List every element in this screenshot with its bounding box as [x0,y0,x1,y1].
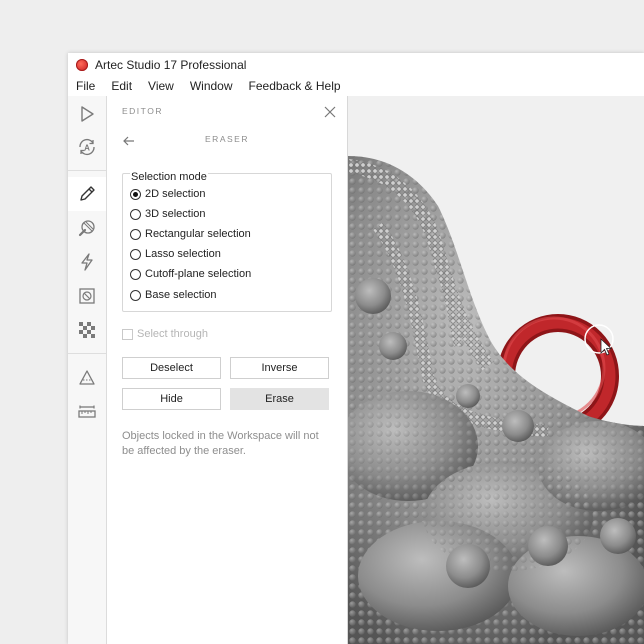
menu-view[interactable]: View [140,79,182,93]
radio-label: Lasso selection [145,248,221,260]
eraser-panel: EDITOR ERASER Selection mode 2D selectio… [107,96,348,644]
ruler-icon[interactable] [76,401,98,423]
eraser-note: Objects locked in the Workspace will not… [122,430,319,457]
menu-feedback-help[interactable]: Feedback & Help [241,79,349,93]
measure-triangle-icon[interactable] [76,367,98,389]
erase-button[interactable]: Erase [230,388,329,410]
checkbox-box[interactable] [122,328,133,340]
scan-mesh [348,156,644,644]
app-window: Artec Studio 17 Professional File Edit V… [68,53,644,644]
radio-button[interactable] [130,208,141,220]
texture-icon[interactable] [76,285,98,307]
left-toolbar: A [68,96,107,644]
radio-base-selection[interactable]: Base selection [130,289,217,301]
hide-button[interactable]: Hide [122,388,221,410]
toolbar-divider [68,170,106,171]
radio-button[interactable] [130,248,141,260]
radio-label: Base selection [145,289,217,301]
lightning-icon[interactable] [76,251,98,273]
toolbar-divider [68,353,106,354]
radio-label: 3D selection [145,208,206,220]
back-arrow-icon[interactable] [122,134,136,146]
play-icon[interactable] [76,103,98,125]
title-bar: Artec Studio 17 Professional [68,53,644,76]
radio-button[interactable] [130,228,141,240]
radio-cutoff-plane-selection[interactable]: Cutoff-plane selection [130,268,251,280]
panel-header: EDITOR [122,106,163,116]
select-through-checkbox[interactable]: Select through [122,328,208,340]
inverse-button[interactable]: Inverse [230,357,329,379]
deselect-button[interactable]: Deselect [122,357,221,379]
radio-label: 2D selection [145,188,206,200]
radio-button[interactable] [130,289,141,301]
window-title: Artec Studio 17 Professional [95,57,247,72]
menu-file[interactable]: File [68,79,103,93]
checker-icon[interactable] [76,319,98,341]
3d-viewport[interactable] [348,96,644,644]
radio-button[interactable] [130,268,141,280]
svg-text:A: A [84,144,90,153]
radio-label: Rectangular selection [145,228,251,240]
radio-label: Cutoff-plane selection [145,268,252,280]
menu-window[interactable]: Window [182,79,241,93]
selection-mode-group: Selection mode 2D selection 3D selection… [122,171,332,312]
autopilot-icon[interactable]: A [76,136,98,158]
selection-mode-label: Selection mode [130,171,208,183]
menu-bar: File Edit View Window Feedback & Help [68,76,644,96]
panel-subtitle: ERASER [205,134,249,144]
artec-logo-icon [76,58,88,71]
close-icon[interactable] [323,105,337,119]
radio-rectangular-selection[interactable]: Rectangular selection [130,228,251,240]
menu-edit[interactable]: Edit [103,79,140,93]
pencil-icon[interactable] [68,177,106,211]
tools-icon[interactable] [76,217,98,239]
radio-lasso-selection[interactable]: Lasso selection [130,248,221,260]
radio-3d-selection[interactable]: 3D selection [130,208,206,220]
radio-2d-selection[interactable]: 2D selection [130,188,206,200]
radio-button[interactable] [130,188,141,200]
select-through-label: Select through [137,328,208,340]
